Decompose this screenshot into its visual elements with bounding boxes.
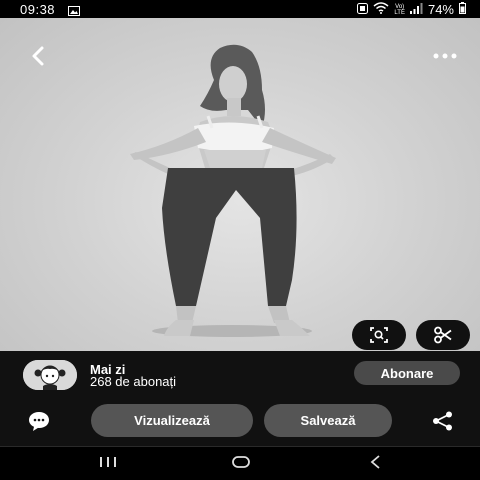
recent-apps-button[interactable] (98, 455, 118, 474)
battery-percent: 74% (427, 2, 454, 17)
image-icon (68, 4, 80, 19)
visual-search-icon (370, 327, 388, 343)
nfc-icon (357, 2, 369, 17)
recent-apps-icon (100, 457, 116, 467)
signal-icon (409, 2, 423, 17)
subscriber-count: 268 de abonați (90, 374, 177, 389)
more-icon (433, 53, 457, 59)
wifi-icon (373, 2, 389, 17)
share-icon (433, 411, 452, 431)
network-label: Vo) LTE (394, 3, 405, 16)
pin-image[interactable] (0, 18, 480, 351)
home-icon (232, 456, 250, 468)
subscribe-button[interactable]: Abonare (354, 361, 460, 385)
comment-button[interactable] (27, 410, 51, 432)
status-bar: 09:38 Vo) LTE 74% (0, 0, 480, 18)
status-icons: Vo) LTE 74% (357, 2, 466, 17)
comment-icon (29, 412, 49, 431)
visit-button[interactable]: Vizualizează (91, 404, 253, 437)
back-nav-icon (370, 455, 380, 469)
home-button[interactable] (231, 455, 251, 474)
visual-search-button[interactable] (352, 320, 406, 350)
system-back-button[interactable] (368, 455, 384, 474)
save-button[interactable]: Salvează (264, 404, 392, 437)
more-button[interactable] (432, 48, 458, 59)
crop-button[interactable] (416, 320, 470, 350)
creator-avatar-image (23, 360, 77, 390)
battery-icon (459, 2, 466, 17)
scissors-icon (434, 326, 452, 344)
avatar[interactable] (23, 360, 77, 390)
back-icon (32, 46, 44, 66)
back-button[interactable] (24, 42, 52, 70)
status-time: 09:38 (20, 2, 56, 17)
share-button[interactable] (431, 410, 455, 432)
model-figure (130, 44, 336, 337)
system-nav-bar (0, 447, 480, 480)
